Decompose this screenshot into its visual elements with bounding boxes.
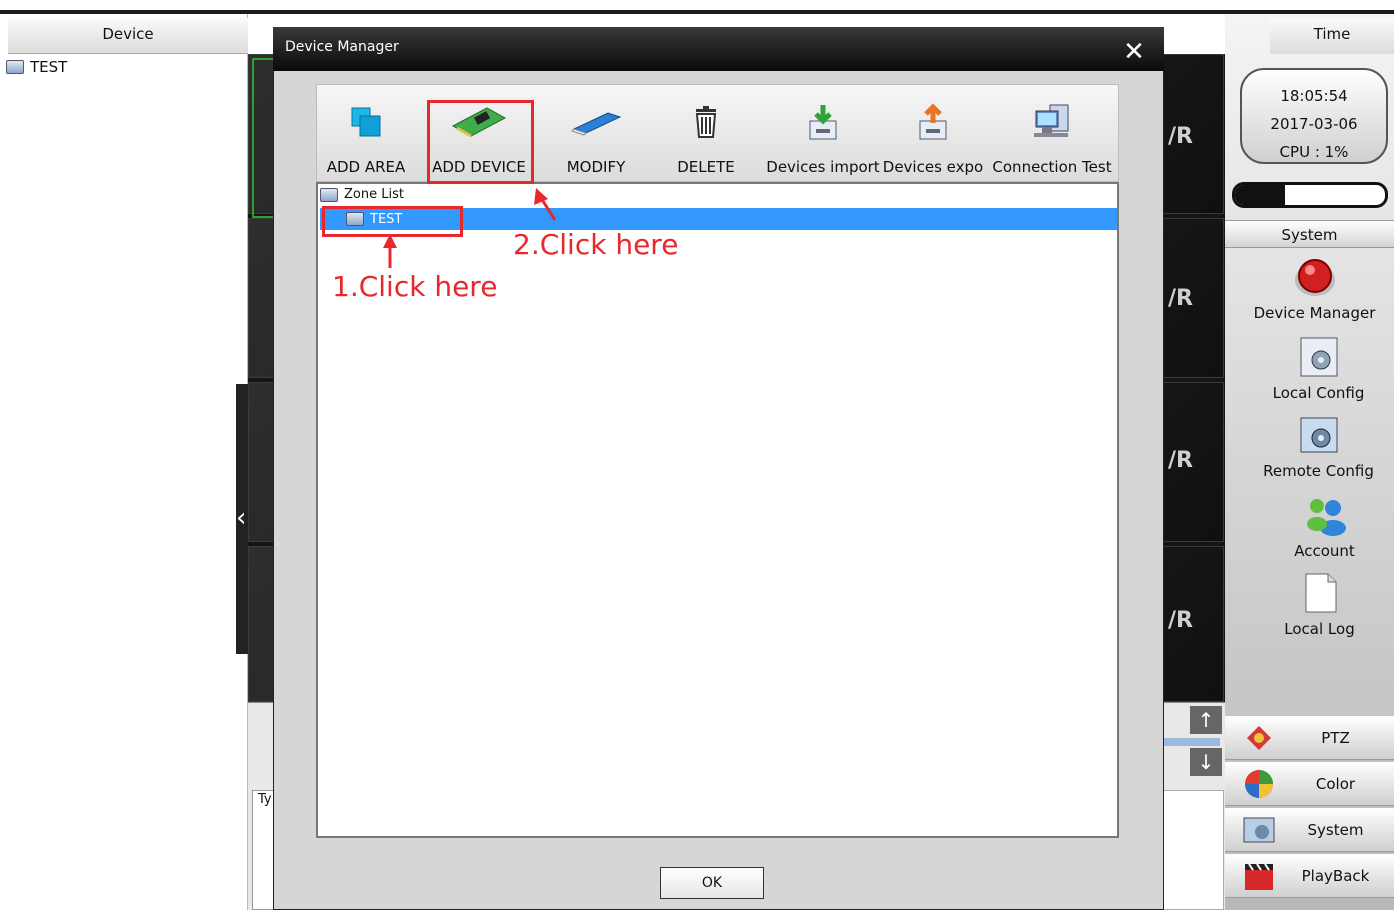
modify-button[interactable]: MODIFY [552,100,640,180]
window-top-border [0,0,1394,14]
log-side-table [1160,790,1224,910]
remote-config-button[interactable]: Remote Config [1234,414,1394,480]
scroll-down-icon[interactable]: ↓ [1190,748,1222,776]
clock-time: 18:05:54 [1280,87,1348,105]
local-config-label: Local Config [1272,384,1365,402]
timeline-bar[interactable] [1160,738,1220,746]
devices-export-button[interactable]: Devices expo [880,100,986,180]
ptz-icon [1241,722,1277,754]
local-config-button[interactable]: Local Config [1234,336,1394,402]
add-area-button[interactable]: ADD AREA [322,100,410,180]
ptz-label: PTZ [1321,728,1350,747]
import-icon [766,100,880,144]
annotation-step-1: 1.Click here [332,270,498,303]
zone-icon [6,60,24,74]
video-logo: /R [1168,608,1193,633]
connection-test-icon [988,100,1116,144]
export-icon [880,100,986,144]
annotation-step-2: 2.Click here [513,228,679,261]
add-area-label: ADD AREA [326,158,406,176]
device-panel-header: Device [8,18,248,54]
time-header: Time [1270,18,1394,54]
color-icon [1241,768,1277,800]
device-panel [0,14,248,910]
remote-config-icon [1297,414,1341,456]
account-label: Account [1294,542,1355,560]
delete-label: DELETE [677,158,735,176]
system-label: System [1307,820,1364,839]
clock-display: 18:05:54 2017-03-06 CPU : 1% [1240,68,1388,164]
device-tree-item-label: TEST [30,58,68,76]
system-button[interactable]: System [1225,808,1394,852]
device-manager-label: Device Manager [1253,304,1376,322]
account-icon [1303,494,1347,536]
color-button[interactable]: Color [1225,762,1394,806]
remote-config-label: Remote Config [1263,462,1374,480]
cpu-meter-fill [1235,185,1285,205]
video-logo: /R [1168,286,1193,311]
delete-button[interactable]: DELETE [668,100,744,180]
close-icon[interactable]: ✕ [1120,38,1148,66]
annotation-box-add-device [427,100,534,184]
dialog-title: Device Manager [273,27,1164,71]
connection-test-label: Connection Test [992,158,1112,176]
color-label: Color [1315,774,1356,793]
clock-date: 2017-03-06 [1270,115,1358,133]
selected-video-cell-border [252,58,274,218]
local-config-icon [1297,336,1341,378]
video-logo: /R [1168,448,1193,473]
local-log-label: Local Log [1284,620,1355,638]
scroll-up-icon[interactable]: ↑ [1190,706,1222,734]
cpu-meter [1232,182,1388,208]
cpu-usage: CPU : 1% [1279,143,1349,161]
system-icon [1241,814,1277,846]
devices-export-label: Devices expo [882,158,984,176]
local-log-button[interactable]: Local Log [1235,572,1394,638]
device-manager-icon [1293,256,1337,298]
ptz-button[interactable]: PTZ [1225,716,1394,760]
video-logo: /R [1168,124,1193,149]
devices-import-label: Devices import [766,158,880,176]
device-tree-item-test[interactable]: TEST [6,58,67,76]
log-column-header: Ty [258,792,272,807]
ok-button[interactable]: OK [660,867,764,899]
modify-label: MODIFY [566,158,626,176]
playback-label: PlayBack [1301,866,1370,885]
function-menu: PTZ Color System PlayBack [1225,716,1394,910]
zone-list-icon [320,187,338,202]
playback-icon [1241,860,1277,892]
system-tab[interactable]: System [1225,220,1394,248]
connection-test-button[interactable]: Connection Test [988,100,1116,180]
local-log-icon [1298,572,1342,614]
add-area-icon [322,100,410,144]
account-button[interactable]: Account [1240,494,1394,560]
devices-import-button[interactable]: Devices import [766,100,880,180]
trash-icon [668,100,744,144]
playback-button[interactable]: PlayBack [1225,854,1394,898]
modify-icon [552,100,640,144]
device-manager-button[interactable]: Device Manager [1230,256,1394,322]
